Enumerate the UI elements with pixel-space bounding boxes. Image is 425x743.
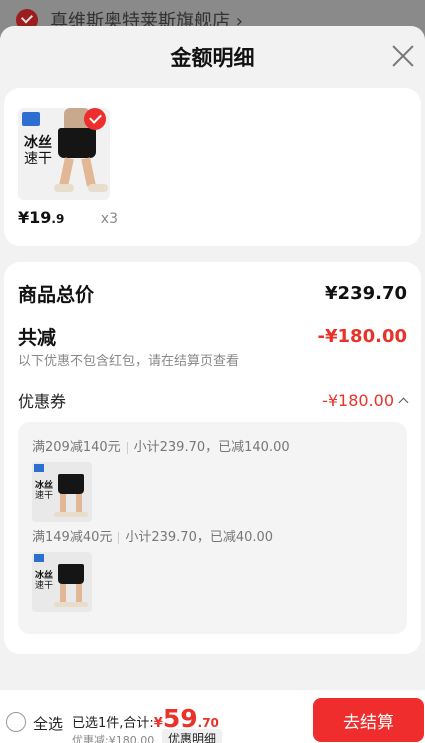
coupon-toggle[interactable]: -¥180.00 [322,390,409,410]
reduce-row: 共减 -¥180.00 [18,323,407,350]
coupon-rule-line: 满209减140元 小计239.70，已减140.00 [32,436,290,455]
coupon-label: 优惠券 [18,392,67,411]
product-shoes-shape [54,512,88,517]
product-price: ¥19 [18,208,52,227]
price-row: ¥19.9 x3 [18,208,118,227]
reduce-value: -¥180.00 [317,326,407,347]
total-value: ¥239.70 [325,283,407,304]
coupon-rule: 满209减140元 [32,440,121,455]
product-leg-shape [59,157,74,187]
product-leg-shape [81,157,96,187]
select-all-checkbox[interactable] [6,712,26,732]
separator [118,531,120,544]
product-quantity: x3 [100,211,118,227]
discount-amount: 优惠减:¥180.00 [72,734,155,743]
summary-card: 商品总价 ¥239.70 共减 -¥180.00 以下优惠不包含红包，请在结算页… [4,262,421,654]
total-prefix: 已选1件,合计: [72,716,154,731]
discount-note: 以下优惠不包含红包，请在结算页查看 [18,354,240,369]
coupon-list: 满209减140元 小计239.70，已减140.00 冰丝 速干 满149减40… [18,422,407,634]
sheet-title: 金额明细 [170,46,255,70]
coupon-detail: 小计239.70，已减40.00 [125,530,274,545]
coupon-detail: 小计239.70，已减140.00 [133,440,290,455]
selected-check-icon[interactable] [84,108,106,130]
coupon-product-image[interactable]: 冰丝 速干 [32,552,92,612]
bottom-checkout-bar: 全选 已选1件,合计: ¥59.70 优惠减:¥180.00 优惠明细 去结算 [0,690,425,743]
total-integer: 59 [162,704,198,733]
product-shorts-shape [58,128,96,158]
product-shorts-shape [58,474,84,494]
thumb-text-2: 速干 [35,491,54,501]
amount-detail-sheet: 金额明细 冰丝 速干 ¥19.9 x3 商品总价 ¥239.70 共减 -¥18… [0,26,425,743]
brand-logo-icon [34,554,44,562]
product-legs-shape [60,494,82,512]
select-all-label[interactable]: 全选 [33,713,63,734]
product-price-decimal: .9 [51,212,65,226]
coupon-value: -¥180.00 [322,390,394,410]
total-currency: ¥ [153,716,163,731]
product-shoes-shape [54,602,88,607]
product-legs-shape [60,584,82,602]
coupon-rule: 满149减40元 [32,530,113,545]
chevron-up-icon [398,397,409,407]
total-row: 商品总价 ¥239.70 [18,280,407,307]
total-decimal: .70 [197,716,219,730]
discount-detail-button[interactable]: 优惠明细 [162,729,223,743]
brand-logo-icon [34,464,44,472]
coupon-product-image[interactable]: 冰丝 速干 [32,462,92,522]
brand-logo-icon [22,112,40,126]
coupon-row[interactable]: 优惠券 -¥180.00 [18,388,409,412]
thumb-text-2: 速干 [24,151,52,167]
reduce-label: 共减 [18,327,57,349]
product-shoe-shape [88,184,108,192]
checkout-button[interactable]: 去结算 [313,698,424,742]
sheet-header: 金额明细 [0,26,425,88]
total-label: 商品总价 [18,284,95,306]
product-shoe-shape [54,184,74,192]
product-shorts-shape [58,564,84,584]
thumb-text-2: 速干 [35,581,54,591]
close-icon[interactable] [391,44,415,68]
total-line: 已选1件,合计: ¥59.70 [72,706,219,731]
product-card: 冰丝 速干 ¥19.9 x3 [4,88,421,246]
separator [126,441,128,454]
coupon-rule-line: 满149减40元 小计239.70，已减40.00 [32,526,273,545]
